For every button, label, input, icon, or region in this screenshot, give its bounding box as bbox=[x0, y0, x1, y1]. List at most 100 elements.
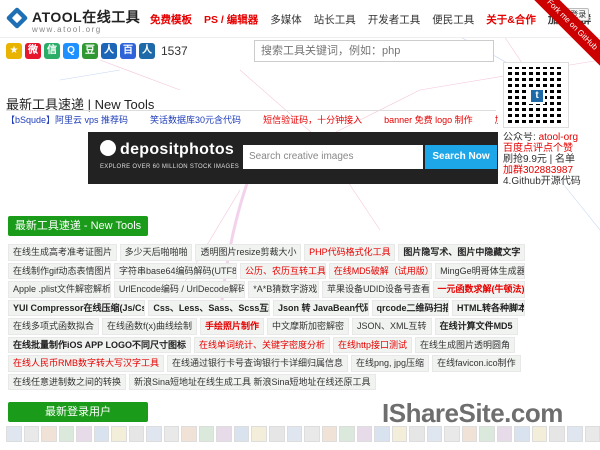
tool-link[interactable]: YUI Compressor在线压缩(Js/Css) bbox=[8, 299, 146, 316]
tool-link[interactable]: 在线MD5破解（试用版） bbox=[328, 262, 433, 279]
tool-link[interactable]: 在线制作gif动态表情图片 bbox=[8, 262, 111, 279]
user-avatar[interactable] bbox=[461, 426, 478, 442]
nav-item[interactable]: 站长工具 bbox=[314, 12, 356, 27]
user-avatar[interactable] bbox=[198, 426, 215, 442]
tool-link[interactable]: 在线人民币RMB数字转大写汉字工具 bbox=[8, 355, 165, 372]
tool-link[interactable]: Apple .plist文件解密解析 bbox=[8, 281, 111, 298]
user-avatar[interactable] bbox=[216, 426, 232, 442]
douban-icon[interactable]: 豆 bbox=[82, 43, 98, 59]
tool-link[interactable]: 公历、农历互转工具 bbox=[240, 262, 326, 279]
ticker-link[interactable]: banner 免费 logo 制作 bbox=[384, 115, 473, 125]
user-avatar[interactable] bbox=[321, 426, 338, 442]
user-avatar[interactable] bbox=[479, 426, 495, 442]
ticker-link[interactable]: 笑话数据库30元含代码 bbox=[150, 115, 241, 125]
tool-link[interactable]: UrlEncode编码 / UrlDecode解码 bbox=[113, 281, 246, 298]
star-icon[interactable]: ★ bbox=[6, 43, 22, 59]
ticker-link[interactable]: 短信验证码，十分钟接入 bbox=[263, 115, 362, 125]
user-avatar[interactable] bbox=[549, 426, 565, 442]
tool-link[interactable]: 在线多项式函数拟合 bbox=[8, 318, 100, 335]
user-avatar[interactable] bbox=[356, 426, 373, 442]
user-avatar[interactable] bbox=[111, 426, 127, 442]
nav-item[interactable]: 便民工具 bbox=[432, 12, 474, 27]
user-avatar[interactable] bbox=[391, 426, 408, 442]
tool-link[interactable]: PHP代码格式化工具 bbox=[304, 244, 396, 261]
tool-link[interactable]: 字符串base64编码解码(UTF8) bbox=[113, 262, 238, 279]
tool-link[interactable]: 在线http接口测试 bbox=[333, 336, 413, 353]
tool-link[interactable]: 新浪Sina短地址在线生成工具 新浪Sina短地址在线还原工具 bbox=[129, 373, 376, 390]
ad-search-input[interactable]: Search creative images bbox=[243, 145, 423, 169]
sidebar-line-2[interactable]: 百度点评点个赞 bbox=[503, 143, 600, 154]
nav-item[interactable]: 关于&合作 bbox=[486, 12, 536, 27]
tool-link[interactable]: 手绘照片制作 bbox=[200, 318, 265, 335]
weibo-icon[interactable]: 微 bbox=[25, 43, 41, 59]
search-input[interactable] bbox=[254, 40, 494, 62]
user-avatar[interactable] bbox=[23, 426, 40, 442]
tool-link[interactable]: 在线通过银行卡号查询银行卡详细归属信息 bbox=[167, 355, 349, 372]
user-avatar[interactable] bbox=[567, 426, 583, 442]
user-avatar[interactable] bbox=[444, 426, 460, 442]
user-avatar[interactable] bbox=[76, 426, 92, 442]
depositphotos-ad-banner[interactable]: depositphotos EXPLORE OVER 60 MILLION ST… bbox=[88, 132, 498, 184]
sidebar-line-3[interactable]: 刷抢9.9元 | 名单 bbox=[503, 154, 600, 165]
sidebar-line-5[interactable]: 4.Github开源代码 bbox=[503, 176, 600, 187]
sidebar-line-4[interactable]: 加群302883987 bbox=[503, 165, 600, 176]
tool-link[interactable]: qrcode二维码扫描 bbox=[371, 299, 449, 316]
tool-link[interactable]: 图片隐写术、图片中隐藏文字 bbox=[398, 244, 525, 261]
ticker-link[interactable]: 【bSqude】阿里云 vps 推荐码 bbox=[6, 115, 128, 125]
nav-item[interactable]: 开发者工具 bbox=[368, 12, 421, 27]
user-avatar[interactable] bbox=[163, 426, 180, 442]
tool-link[interactable]: 透明图片resize剪裁大小 bbox=[195, 244, 302, 261]
user-avatar[interactable] bbox=[304, 426, 320, 442]
tool-link[interactable]: HTML转各种脚本 bbox=[452, 299, 525, 316]
user-avatar[interactable] bbox=[374, 426, 390, 442]
tool-link[interactable]: 在线计算文件MD5 bbox=[434, 318, 518, 335]
tool-link[interactable]: JSON、XML互转 bbox=[352, 318, 432, 335]
user-avatar[interactable] bbox=[514, 426, 530, 442]
tool-link[interactable]: 中文摩斯加密解密 bbox=[267, 318, 350, 335]
share-icon[interactable]: 人 bbox=[139, 43, 155, 59]
nav-item[interactable]: PS / 编辑器 bbox=[204, 12, 258, 27]
user-avatar[interactable] bbox=[6, 426, 22, 442]
user-avatar[interactable] bbox=[496, 426, 513, 442]
wechat-icon[interactable]: 信 bbox=[44, 43, 60, 59]
user-avatar[interactable] bbox=[93, 426, 110, 442]
user-avatar[interactable] bbox=[233, 426, 250, 442]
tool-link[interactable]: 一元函数求解(牛顿法) bbox=[432, 281, 525, 298]
user-avatar[interactable] bbox=[181, 426, 197, 442]
tool-link[interactable]: Css、Less、Sass、Scss互转 bbox=[148, 299, 270, 316]
new-tools-button[interactable]: 最新工具速递 - New Tools bbox=[8, 216, 148, 236]
ticker-link[interactable]: 加群 bbox=[495, 115, 498, 125]
tool-link[interactable]: 在线函数f(x)曲线绘制 bbox=[102, 318, 198, 335]
tool-link[interactable]: *A*B猜数字游戏 bbox=[248, 281, 319, 298]
new-users-button[interactable]: 最新登录用户 bbox=[8, 402, 148, 422]
renren-icon[interactable]: 人 bbox=[101, 43, 117, 59]
user-avatar[interactable] bbox=[58, 426, 75, 442]
user-avatar[interactable] bbox=[286, 426, 303, 442]
tool-link[interactable]: 在线生成高考准考证图片 bbox=[8, 244, 117, 261]
tool-link[interactable]: 在线批量制作iOS APP LOGO不同尺寸图标 bbox=[8, 336, 192, 353]
user-avatar[interactable] bbox=[128, 426, 145, 442]
user-avatar[interactable] bbox=[531, 426, 548, 442]
user-avatar[interactable] bbox=[426, 426, 443, 442]
nav-item[interactable]: 免费模板 bbox=[150, 12, 192, 27]
user-avatar[interactable] bbox=[584, 426, 600, 442]
tool-link[interactable]: 在线png, jpg压缩 bbox=[351, 355, 430, 372]
user-avatar[interactable] bbox=[146, 426, 162, 442]
user-avatar[interactable] bbox=[41, 426, 57, 442]
qq-icon[interactable]: Q bbox=[63, 43, 79, 59]
tool-link[interactable]: 在线favicon.ico制作 bbox=[432, 355, 521, 372]
baidu-icon[interactable]: 百 bbox=[120, 43, 136, 59]
site-logo[interactable]: ATOOL在线工具 www.atool.org bbox=[5, 5, 140, 35]
tool-link[interactable]: MingGe明哥体生成器 bbox=[435, 262, 525, 279]
user-avatar[interactable] bbox=[409, 426, 425, 442]
user-avatar[interactable] bbox=[268, 426, 285, 442]
tool-link[interactable]: 在线任意进制数之间的转换 bbox=[8, 373, 127, 390]
tool-link[interactable]: 在线生成图片透明圆角 bbox=[415, 336, 516, 353]
user-avatar[interactable] bbox=[251, 426, 267, 442]
tool-link[interactable]: 苹果设备UDID设备号查看 bbox=[321, 281, 430, 298]
nav-item[interactable]: 多媒体 bbox=[270, 12, 302, 27]
tool-link[interactable]: Json 转 JavaBean代码 bbox=[272, 299, 369, 316]
ad-search-button[interactable]: Search Now bbox=[425, 145, 497, 169]
tool-link[interactable]: 多少天后啪啪啪 bbox=[119, 244, 193, 261]
user-avatar[interactable] bbox=[339, 426, 355, 442]
